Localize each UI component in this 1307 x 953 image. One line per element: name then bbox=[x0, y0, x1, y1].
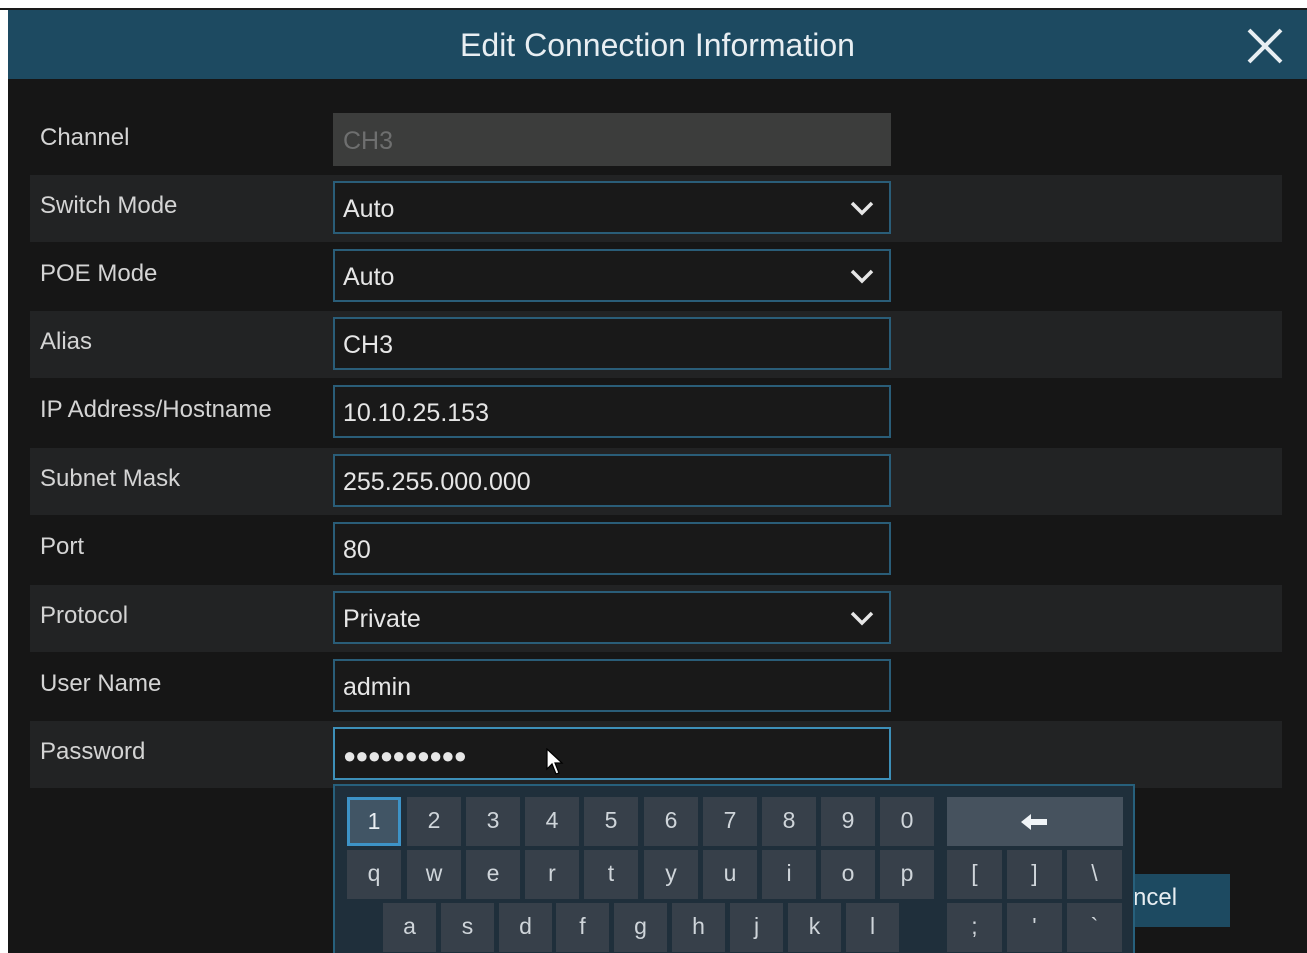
chevron-down-icon bbox=[850, 201, 874, 216]
key-l[interactable]: l bbox=[846, 903, 899, 952]
key-f[interactable]: f bbox=[556, 903, 609, 952]
key-4[interactable]: 4 bbox=[525, 797, 579, 846]
key-0[interactable]: 0 bbox=[880, 797, 934, 846]
key-k[interactable]: k bbox=[788, 903, 841, 952]
protocol-select[interactable]: Private bbox=[333, 591, 891, 644]
chevron-down-icon bbox=[850, 269, 874, 284]
protocol-row: Protocol Private bbox=[30, 585, 1282, 652]
subnet-mask-label: Subnet Mask bbox=[40, 465, 181, 492]
key-a[interactable]: a bbox=[383, 903, 436, 952]
ip-address-row: IP Address/Hostname 10.10.25.153 bbox=[30, 379, 1282, 446]
switch-mode-value: Auto bbox=[343, 195, 395, 223]
key-d[interactable]: d bbox=[499, 903, 552, 952]
ip-address-input[interactable]: 10.10.25.153 bbox=[333, 385, 891, 438]
key-h[interactable]: h bbox=[672, 903, 725, 952]
protocol-label: Protocol bbox=[40, 602, 129, 629]
password-row: Password ●●●●●●●●●● bbox=[30, 721, 1282, 788]
poe-mode-select[interactable]: Auto bbox=[333, 249, 891, 302]
key-backslash[interactable]: \ bbox=[1067, 850, 1122, 899]
password-input[interactable]: ●●●●●●●●●● bbox=[333, 727, 891, 780]
key-e[interactable]: e bbox=[466, 850, 520, 899]
key-semicolon[interactable]: ; bbox=[947, 903, 1002, 952]
user-name-input[interactable]: admin bbox=[333, 659, 891, 712]
switch-mode-row: Switch Mode Auto bbox=[30, 175, 1282, 242]
on-screen-keyboard: 1 2 3 4 5 6 7 8 9 0 q w e r t y u i o p … bbox=[333, 784, 1135, 953]
key-u[interactable]: u bbox=[703, 850, 757, 899]
user-name-label: User Name bbox=[40, 670, 162, 697]
key-right-bracket[interactable]: ] bbox=[1007, 850, 1062, 899]
switch-mode-label: Switch Mode bbox=[40, 192, 178, 219]
key-2[interactable]: 2 bbox=[407, 797, 461, 846]
key-6[interactable]: 6 bbox=[644, 797, 698, 846]
key-w[interactable]: w bbox=[407, 850, 461, 899]
backspace-arrow-icon bbox=[1021, 813, 1047, 830]
key-y[interactable]: y bbox=[644, 850, 698, 899]
dialog-title: Edit Connection Information bbox=[460, 27, 855, 63]
user-name-row: User Name admin bbox=[30, 653, 1282, 720]
cancel-button[interactable]: ncel bbox=[1120, 874, 1230, 927]
mouse-pointer-icon bbox=[546, 748, 564, 775]
key-backtick[interactable]: ` bbox=[1067, 903, 1122, 952]
key-s[interactable]: s bbox=[441, 903, 494, 952]
poe-mode-value: Auto bbox=[343, 263, 395, 291]
key-r[interactable]: r bbox=[525, 850, 579, 899]
dialog-title-bar: Edit Connection Information bbox=[8, 10, 1307, 79]
channel-row: Channel CH3 bbox=[30, 107, 1282, 174]
key-8[interactable]: 8 bbox=[762, 797, 816, 846]
key-g[interactable]: g bbox=[614, 903, 667, 952]
close-icon[interactable] bbox=[1243, 24, 1287, 68]
key-o[interactable]: o bbox=[821, 850, 875, 899]
poe-mode-label: POE Mode bbox=[40, 260, 158, 287]
port-label: Port bbox=[40, 533, 85, 560]
key-5[interactable]: 5 bbox=[584, 797, 638, 846]
port-row: Port 80 bbox=[30, 516, 1282, 583]
key-7[interactable]: 7 bbox=[703, 797, 757, 846]
backspace-key[interactable] bbox=[947, 797, 1123, 846]
key-p[interactable]: p bbox=[880, 850, 934, 899]
subnet-mask-row: Subnet Mask 255.255.000.000 bbox=[30, 448, 1282, 515]
key-j[interactable]: j bbox=[730, 903, 783, 952]
key-9[interactable]: 9 bbox=[821, 797, 875, 846]
key-apostrophe[interactable]: ' bbox=[1007, 903, 1062, 952]
alias-row: Alias CH3 bbox=[30, 311, 1282, 378]
channel-field: CH3 bbox=[333, 113, 891, 166]
key-q[interactable]: q bbox=[347, 850, 401, 899]
alias-input[interactable]: CH3 bbox=[333, 317, 891, 370]
key-1[interactable]: 1 bbox=[347, 797, 401, 846]
protocol-value: Private bbox=[343, 605, 421, 633]
poe-mode-row: POE Mode Auto bbox=[30, 243, 1282, 310]
channel-label: Channel bbox=[40, 124, 130, 151]
subnet-mask-input[interactable]: 255.255.000.000 bbox=[333, 454, 891, 507]
key-i[interactable]: i bbox=[762, 850, 816, 899]
alias-label: Alias bbox=[40, 328, 93, 355]
key-left-bracket[interactable]: [ bbox=[947, 850, 1002, 899]
chevron-down-icon bbox=[850, 611, 874, 626]
key-3[interactable]: 3 bbox=[466, 797, 520, 846]
password-label: Password bbox=[40, 738, 146, 765]
switch-mode-select[interactable]: Auto bbox=[333, 181, 891, 234]
password-masked-value: ●●●●●●●●●● bbox=[343, 743, 467, 768]
key-t[interactable]: t bbox=[584, 850, 638, 899]
ip-address-label: IP Address/Hostname bbox=[40, 396, 272, 423]
port-input[interactable]: 80 bbox=[333, 522, 891, 575]
